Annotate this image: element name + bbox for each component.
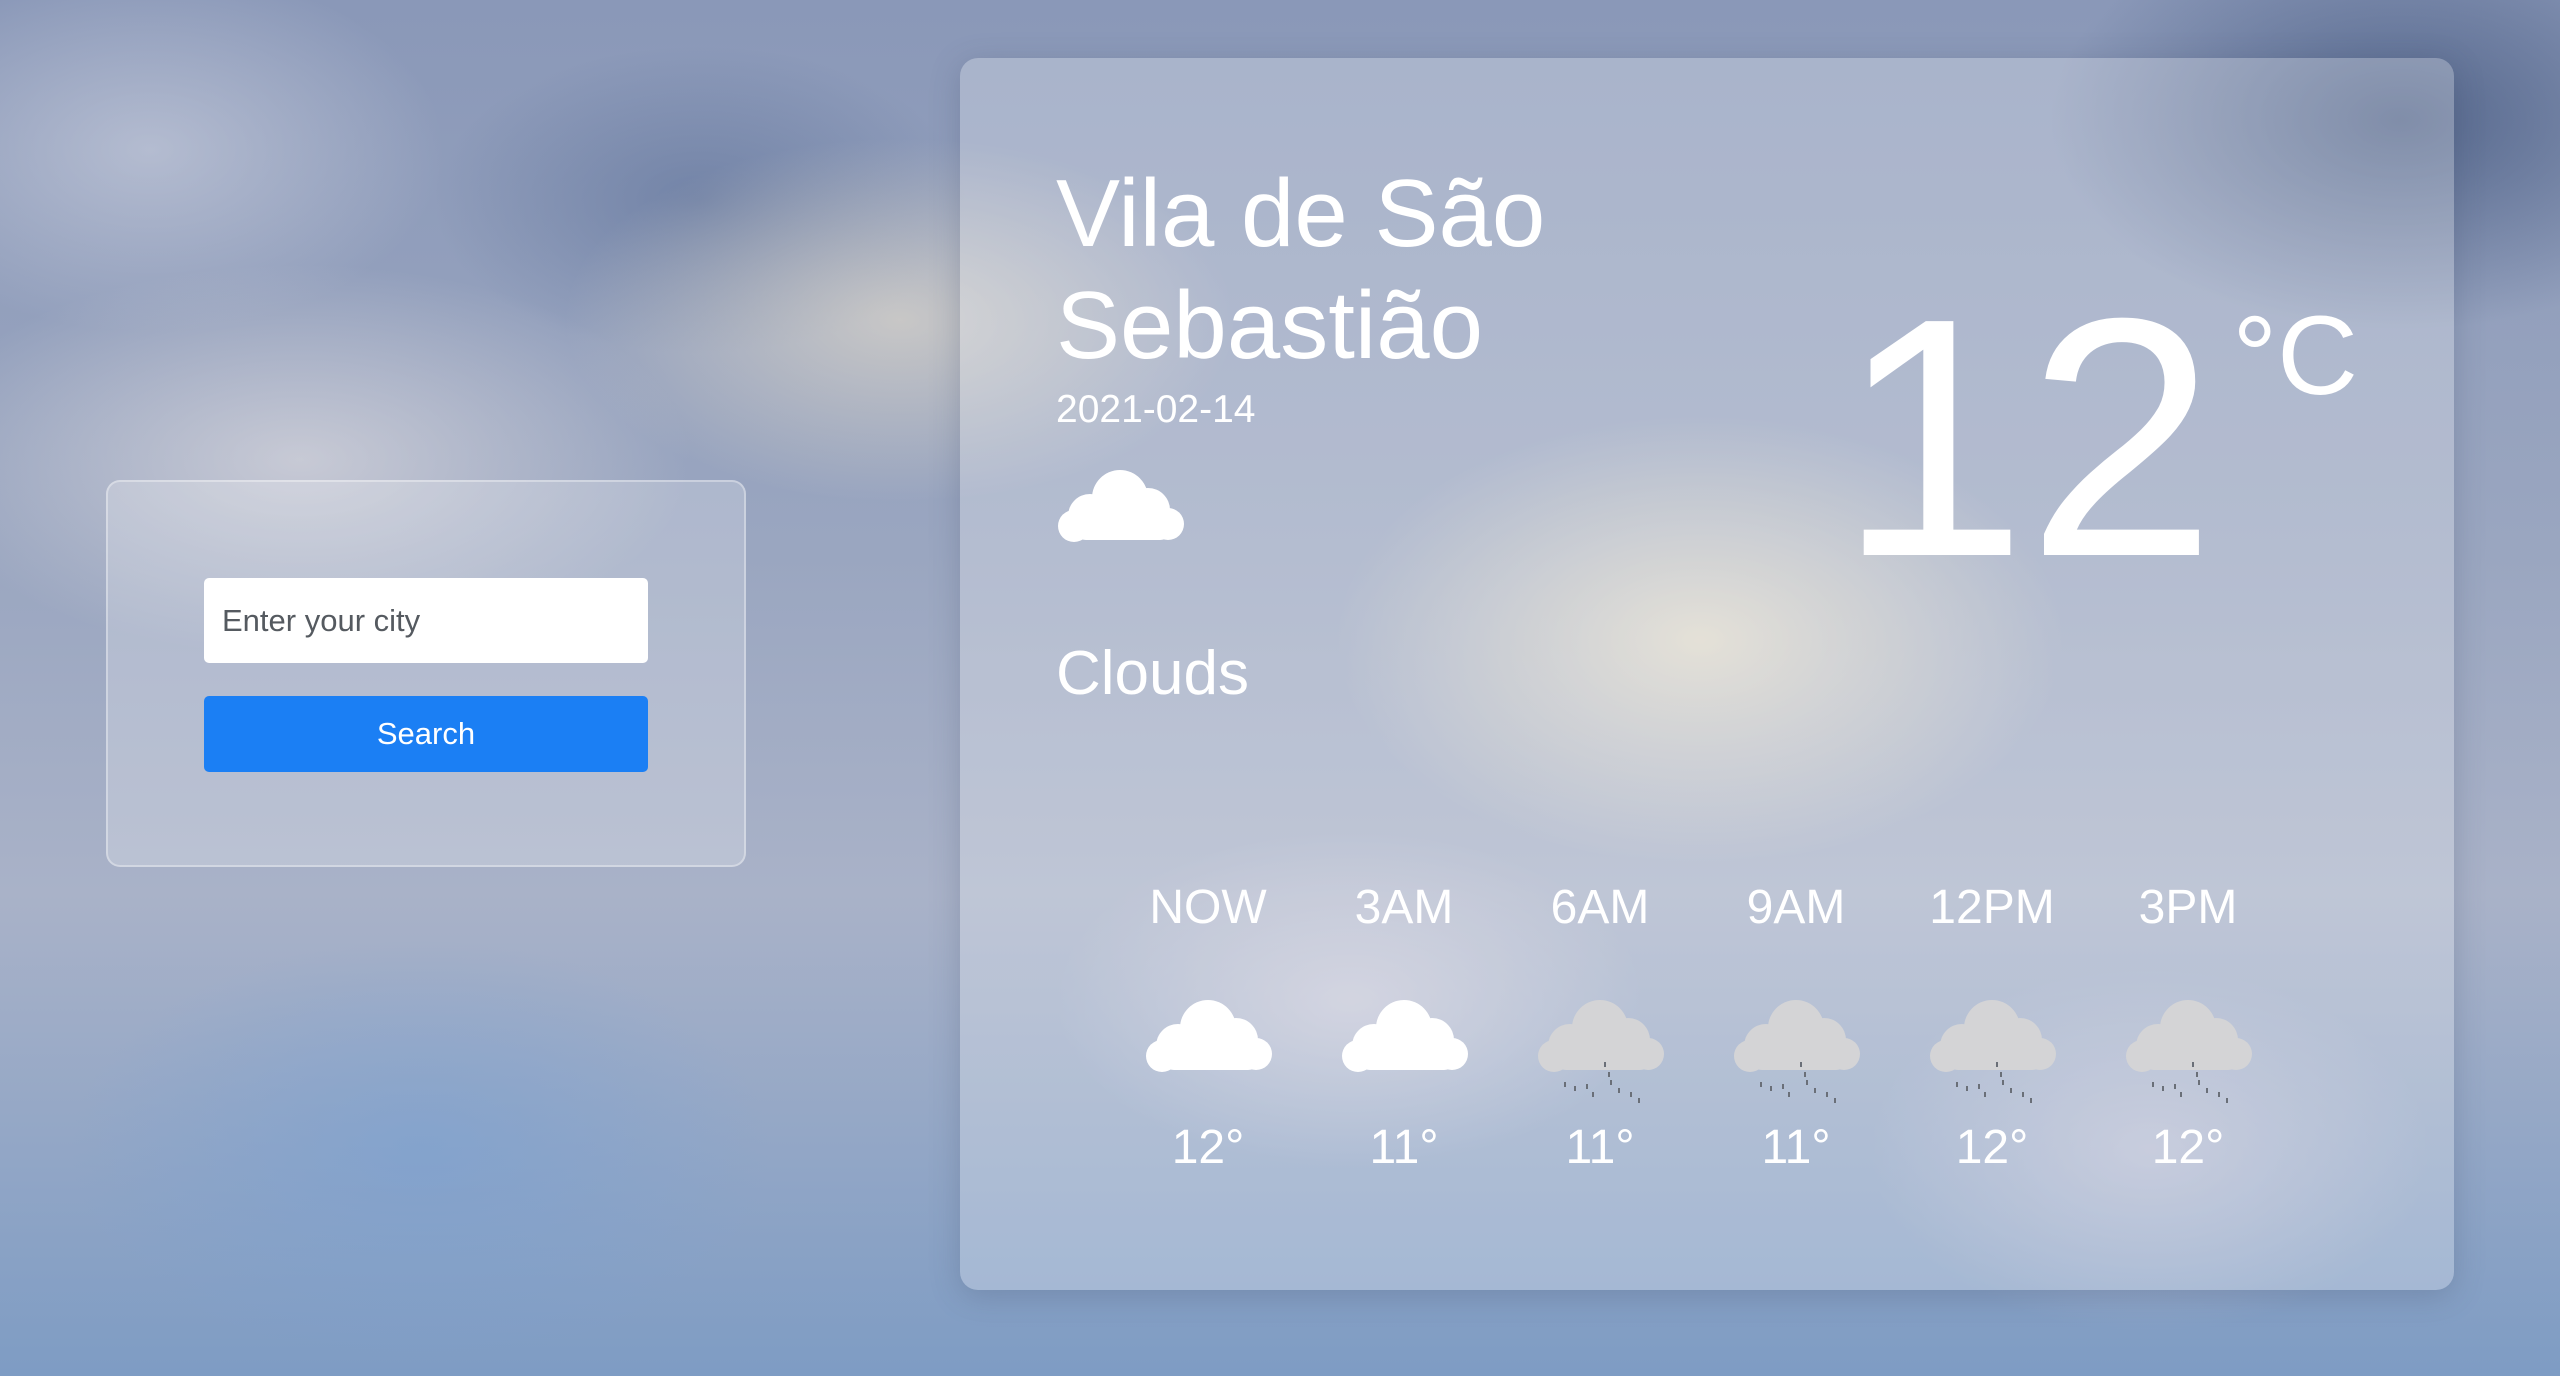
forecast-item: 3AM 11° (1306, 878, 1502, 1178)
temperature-unit: °C (2232, 293, 2358, 418)
forecast-item: 3PM 12° (2090, 878, 2286, 1178)
forecast-time: NOW (1149, 881, 1267, 934)
current-temperature: 12 (1837, 248, 2216, 628)
search-panel: Search (106, 480, 746, 867)
rain-cloud-icon (1730, 988, 1862, 1108)
forecast-time: 3AM (1354, 881, 1454, 934)
forecast-item: 6AM 11° (1502, 878, 1698, 1178)
rain-cloud-icon (2122, 988, 2254, 1108)
cloud-icon (1054, 458, 1186, 548)
weather-date: 2021-02-14 (1056, 388, 1256, 431)
forecast-time: 12PM (1929, 881, 2055, 934)
forecast-temp: 12° (1955, 1121, 2029, 1174)
forecast-item: 12PM 12° (1894, 878, 2090, 1178)
forecast-time: 6AM (1550, 881, 1650, 934)
forecast-time: 3PM (2138, 881, 2238, 934)
forecast-item: 9AM 11° (1698, 878, 1894, 1178)
forecast-time: 9AM (1746, 881, 1846, 934)
weather-card: Vila de São Sebastião 2021-02-14 Clouds … (960, 58, 2454, 1290)
cloud-icon (1146, 1000, 1272, 1072)
city-name: Vila de São Sebastião (1056, 160, 1546, 379)
forecast-temp: 11° (1761, 1121, 1831, 1174)
forecast-item: NOW 12° (1110, 878, 1306, 1178)
rain-cloud-icon (1926, 988, 2058, 1108)
forecast-temp: 11° (1565, 1121, 1635, 1174)
cloud-icon (1342, 1000, 1468, 1072)
city-search-input[interactable] (204, 578, 648, 663)
forecast-temp: 12° (1171, 1121, 1245, 1174)
forecast-temp: 12° (2151, 1121, 2225, 1174)
forecast-temp: 11° (1369, 1121, 1439, 1174)
search-button[interactable]: Search (204, 696, 648, 772)
rain-cloud-icon (1534, 988, 1666, 1108)
weather-condition: Clouds (1056, 639, 1249, 708)
hourly-forecast: NOW 12° 3AM 11° 6AM 11° 9AM 11° 12PM 12°… (1110, 878, 2286, 1178)
